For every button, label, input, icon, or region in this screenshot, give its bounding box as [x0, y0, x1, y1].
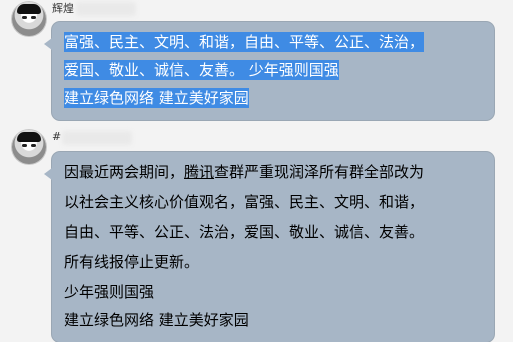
message-bubble[interactable]: 富强、民主、文明、和谐，自由、平等、公正、法治， 爱国、敬业、诚信、友善。 少年…: [44, 22, 494, 120]
message-line: 爱国、敬业、诚信、友善。 少年强则国强: [64, 60, 339, 80]
sender-name: #: [52, 130, 62, 143]
avatar-eye: [22, 144, 27, 147]
message-line: 以社会主义核心价值观名，富强、民主、文明、和谐，: [64, 193, 425, 211]
redacted-name: [76, 2, 136, 16]
sender-avatar[interactable]: [12, 2, 46, 36]
message-line: 自由、平等、公正、法治，爱国、敬业、诚信、友善。: [64, 223, 425, 241]
redacted-name: [62, 131, 132, 145]
tencent-link[interactable]: 腾讯: [184, 163, 214, 181]
avatar-eye: [31, 16, 36, 19]
message-line: 富强、民主、文明、和谐，自由、平等、公正、法治，: [64, 32, 425, 52]
message-line: 少年强则国强: [64, 283, 155, 301]
avatar-eye: [22, 16, 27, 19]
sender-avatar[interactable]: [12, 130, 46, 164]
message-line: 建立绿色网络 建立美好家园: [64, 88, 249, 108]
message-line: 因最近两会期间，腾讯查群严重现润泽所有群全部改为: [64, 163, 425, 181]
avatar-hair: [17, 4, 41, 14]
avatar-eye: [31, 144, 36, 147]
sender-name: 辉煌: [52, 2, 74, 15]
message-line: 所有线报停止更新。: [64, 253, 200, 271]
message-line: 建立绿色网络 建立美好家园: [64, 311, 249, 329]
message-bubble[interactable]: 因最近两会期间，腾讯查群严重现润泽所有群全部改为 以社会主义核心价值观名，富强、…: [44, 152, 494, 342]
avatar-hair: [17, 132, 41, 142]
